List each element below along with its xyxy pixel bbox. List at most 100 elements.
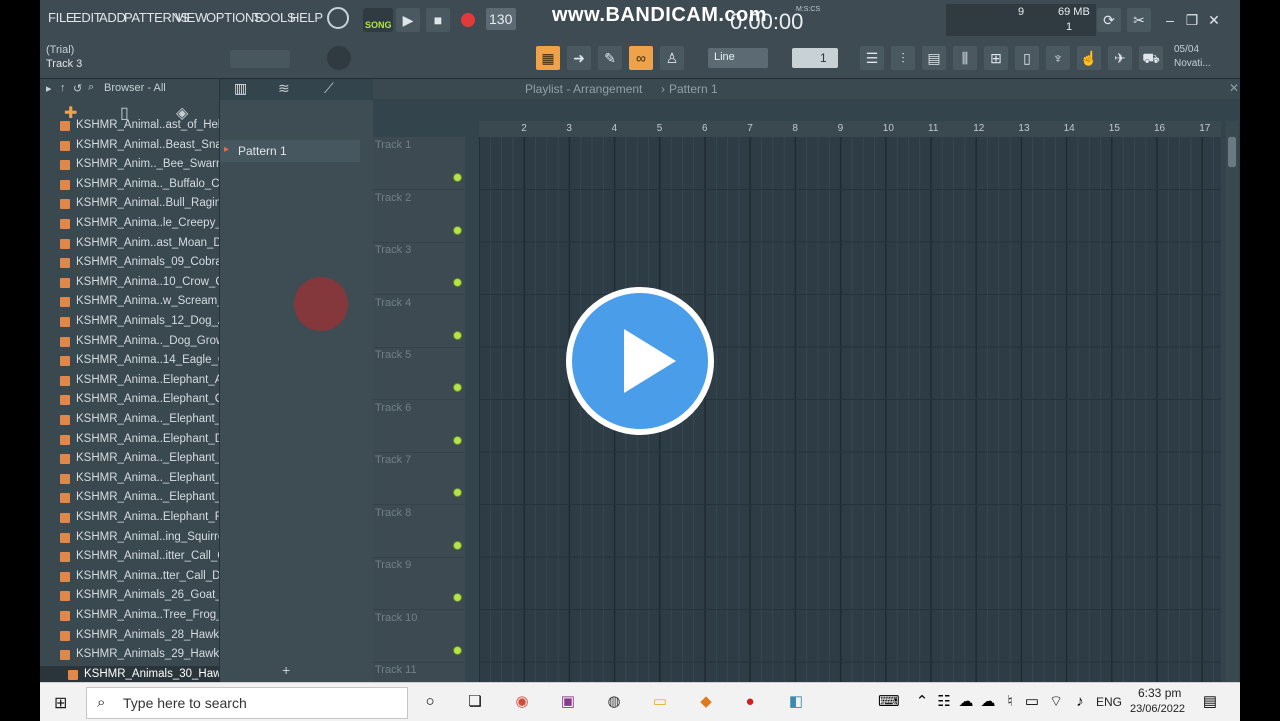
browser-undo-icon[interactable]: ↺ [73,82,82,95]
browser-file-item[interactable]: KSHMR_Anima..Elephant_C# [40,391,219,410]
menu-help[interactable]: HELP [290,10,323,25]
link-icon[interactable]: ∞ [629,46,653,70]
file-icon[interactable]: ▯ [1015,46,1039,70]
browser-file-item[interactable]: KSHMR_Anima..14_Eagle_C# [40,352,219,371]
piano-icon[interactable]: ▥ [234,80,247,97]
tempo-display[interactable]: 130 [486,8,516,30]
tray-icon-2[interactable]: ☁ [978,692,998,712]
keyboard-icon[interactable]: ⌨ [878,692,900,712]
browser-file-item[interactable]: KSHMR_Anima.._Elephant_E [40,450,219,469]
stop-button[interactable]: ■ [426,8,450,32]
piano-roll-icon[interactable]: ▦ [536,46,560,70]
tray-icon-1[interactable]: ☷ [934,692,954,712]
track-header[interactable]: Track 5 [373,347,465,400]
track-header[interactable]: Track 4 [373,295,465,348]
browser-file-item[interactable]: KSHMR_Anima..Elephant_D# [40,431,219,450]
wifi-icon[interactable]: ⌔ [1046,692,1066,712]
track-enable-led[interactable] [453,645,462,655]
browser-file-item[interactable]: KSHMR_Anim..ast_Moan_D# [40,235,219,254]
playlist-scrollbar[interactable] [1226,121,1238,682]
clock-date[interactable]: 23/06/2022 [1130,703,1185,715]
track-enable-led[interactable] [453,278,462,287]
browser-up-icon[interactable]: ↑ [60,82,66,94]
touch-icon[interactable]: ☝ [1077,46,1101,70]
play-video-button[interactable] [566,287,714,435]
browser-file-item[interactable]: KSHMR_Animals_29_Hawk [40,646,219,665]
task-view-icon[interactable]: ❏ [465,692,485,712]
browser-file-item[interactable]: KSHMR_Anima.._Elephant_F [40,470,219,489]
timeline-ruler[interactable]: 2 3 4 5 6 7 8 9 10 11 12 13 14 15 16 17 [479,121,1221,137]
track-enable-led[interactable] [453,225,462,235]
browser-file-item[interactable]: KSHMR_Animals_09_Cobra [40,254,219,273]
add-pattern-button[interactable]: + [282,662,290,678]
fl-studio-icon[interactable]: ◆ [696,692,716,712]
browser-file-item[interactable]: KSHMR_Animals_30_Hawk [40,665,219,682]
media-player-icon[interactable]: ◍ [604,692,624,712]
browser-file-item[interactable]: KSHMR_Animal..Beast_Snarl [40,137,219,156]
browser-file-item[interactable]: KSHMR_Anima.._Elephant_F [40,489,219,508]
browser-file-item[interactable]: KSHMR_Animal..itter_Call_C [40,548,219,567]
automation-icon[interactable]: ⟋ [324,80,334,97]
pattern-item[interactable]: ▸ Pattern 1 [220,140,360,162]
browser-file-item[interactable]: KSHMR_Anima..10_Crow_C# [40,274,219,293]
track-enable-led[interactable] [453,435,462,445]
feedback-icon[interactable]: ✈ [1108,46,1132,70]
windows-start-icon[interactable]: ⊞ [54,693,67,713]
bandicam-icon[interactable]: ● [740,692,760,712]
browser-file-item[interactable]: KSHMR_Anima..Elephant_A# [40,372,219,391]
track-enable-led[interactable] [453,173,462,182]
browser-file-item[interactable]: KSHMR_Animals_12_Dog_A [40,313,219,332]
restore-button[interactable]: ❐ [1180,8,1204,32]
playlist-icon[interactable]: ☰ [860,46,884,70]
track-enable-led[interactable] [453,593,462,602]
microphone-icon[interactable]: ♮ [1000,692,1020,712]
browser-file-item[interactable]: KSHMR_Anima.._Dog_Growl [40,333,219,352]
channel-rack-icon[interactable]: ▤ [922,46,946,70]
notifications-icon[interactable]: ▤ [1200,692,1220,712]
menu-edit[interactable]: EDIT [73,10,102,25]
browser-file-item[interactable]: KSHMR_Animals_28_Hawk [40,627,219,646]
browser-file-item[interactable]: KSHMR_Anima.._Elephant_D [40,411,219,430]
browser-menu-arrow-icon[interactable]: ▸ [46,82,52,95]
battery-icon[interactable]: ▭ [1022,692,1042,712]
menu-tools[interactable]: TOOLS [253,10,296,25]
menu-file[interactable]: FILE [48,10,75,25]
track-enable-led[interactable] [453,488,462,497]
arrow-right-icon[interactable]: ➜ [567,46,591,70]
track-header[interactable]: Track 11 [373,662,465,682]
taskbar-search-box[interactable]: ⌕ Type here to search [86,687,408,719]
browser-file-item[interactable]: KSHMR_Anima..tter_Call_D# [40,568,219,587]
browser-file-item[interactable]: KSHMR_Animal..ast_of_Hell [40,117,219,136]
browser-file-item[interactable]: KSHMR_Animal..ing_Squirrel [40,529,219,548]
track-header[interactable]: Track 10 [373,610,465,663]
browser-search-icon[interactable]: ⌕ [88,81,94,94]
clock-time[interactable]: 6:33 pm [1138,686,1181,700]
scrollbar-thumb[interactable] [1228,137,1236,167]
track-header[interactable]: Track 3 [373,242,465,295]
step-value-field[interactable]: 1 [792,48,838,68]
app-icon[interactable]: ◧ [786,692,806,712]
minimize-button[interactable]: – [1158,8,1182,32]
language-indicator[interactable]: ENG [1096,695,1122,709]
playlist-close-icon[interactable]: ✕ [1229,81,1239,95]
play-button[interactable]: ▶ [396,8,420,32]
track-header[interactable]: Track 2 [373,190,465,243]
cart-icon[interactable]: ⛟ [1139,46,1163,70]
browser-tree-icon[interactable]: ⊞ [984,46,1008,70]
song-mode-toggle[interactable]: SONG [363,8,393,32]
mixer-icon[interactable]: ⫼ [953,46,977,70]
browser-file-item[interactable]: KSHMR_Anima..Tree_Frog_A [40,607,219,626]
browser-file-item[interactable]: KSHMR_Anima.._Buffalo_C# [40,176,219,195]
cortana-icon[interactable]: ○ [420,692,440,712]
winrar-icon[interactable]: ▣ [558,692,578,712]
reset-icon[interactable]: ⟳ [1097,8,1121,32]
track-enable-led[interactable] [453,540,462,550]
record-button[interactable] [456,8,480,32]
master-volume-knob[interactable] [327,7,349,29]
chrome-icon[interactable]: ◉ [512,692,532,712]
metronome-icon[interactable]: ♙ [660,46,684,70]
track-header[interactable]: Track 1 [373,137,465,190]
track-header[interactable]: Track 8 [373,505,465,558]
snap-mode-select[interactable]: Line [708,48,768,68]
volume-icon[interactable]: ♪ [1070,692,1090,712]
